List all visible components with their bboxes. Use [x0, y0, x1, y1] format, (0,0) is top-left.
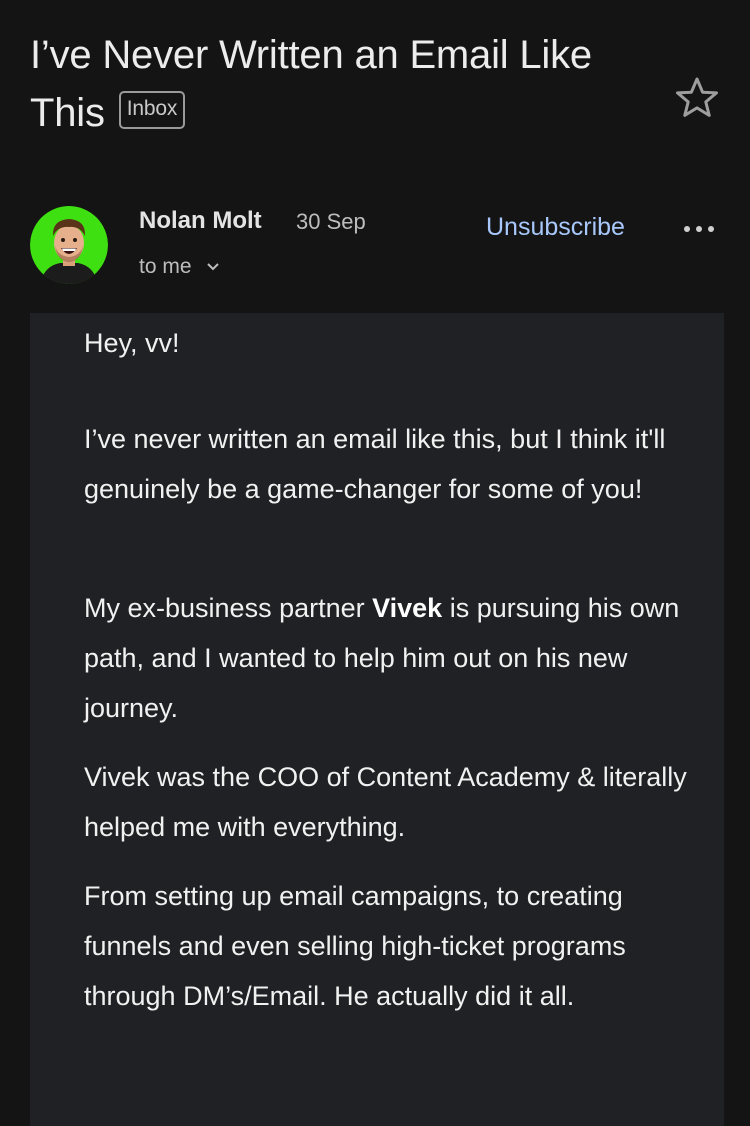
- sender-avatar[interactable]: [30, 206, 108, 284]
- sender-name[interactable]: Nolan Molt: [139, 207, 262, 235]
- body-paragraph-2-text: My ex-business partner: [84, 593, 373, 623]
- body-greeting: Hey, vv!: [84, 328, 180, 358]
- recipient-label: to me: [139, 255, 192, 278]
- subject-text: I’ve Never Written an Email Like This: [30, 33, 592, 135]
- recipient-details-toggle[interactable]: to me: [139, 255, 220, 279]
- body-paragraph-2: My ex-business partner Vivek is pursuing…: [84, 583, 694, 733]
- unsubscribe-link[interactable]: Unsubscribe: [486, 213, 625, 242]
- body-paragraph-2-bold: Vivek: [372, 593, 443, 623]
- more-options-icon[interactable]: [680, 214, 720, 244]
- body-paragraph-4: From setting up email campaigns, to crea…: [84, 881, 626, 1011]
- email-body: Hey, vv! I’ve never written an email lik…: [30, 313, 724, 1126]
- star-icon[interactable]: [674, 76, 720, 118]
- inbox-label-badge[interactable]: Inbox: [118, 91, 186, 130]
- body-paragraph-3: Vivek was the COO of Content Academy & l…: [84, 762, 687, 842]
- sender-date: 30 Sep: [296, 209, 366, 234]
- email-subject: I’ve Never Written an Email Like This Inb…: [30, 26, 660, 142]
- body-paragraph-1: I’ve never written an email like this, b…: [84, 424, 666, 504]
- chevron-down-icon: [206, 263, 219, 271]
